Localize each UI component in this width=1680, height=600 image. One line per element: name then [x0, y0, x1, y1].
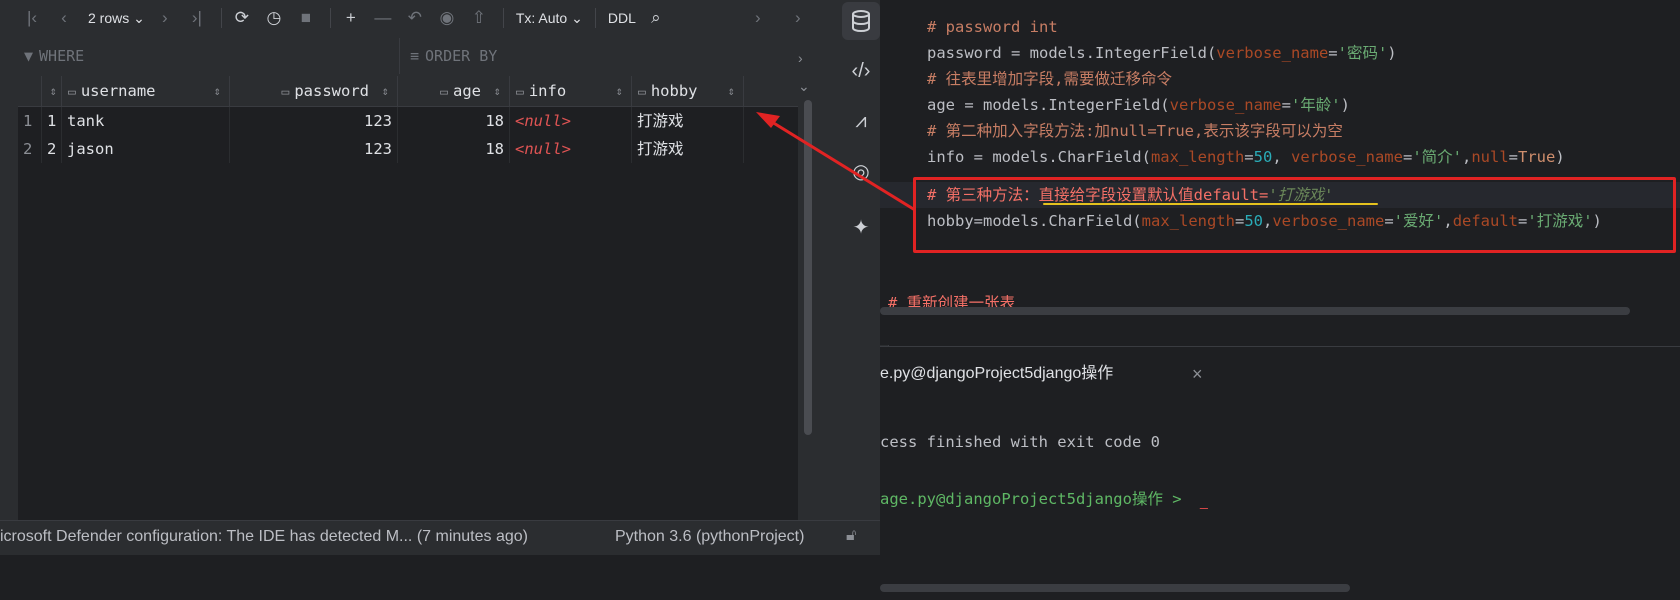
select-all-cell[interactable]: [18, 76, 42, 106]
run-tab-title[interactable]: e.py@djangoProject5django操作: [880, 361, 1113, 387]
code-line: # password int: [927, 18, 1058, 36]
column-icon: ▭: [516, 85, 524, 100]
annotation-red-box: [913, 177, 1676, 253]
interpreter-indicator[interactable]: Python 3.6 (pythonProject): [615, 528, 804, 546]
cell-age[interactable]: 18: [398, 135, 510, 163]
grid-side-arrows: › ⌄: [798, 44, 810, 100]
row-number: 2: [18, 135, 42, 163]
column-icon: ▭: [638, 85, 646, 100]
run-output: cess finished with exit code 0: [880, 433, 1160, 451]
table-row[interactable]: 1 1 tank 123 18 <null> 打游戏: [18, 107, 798, 135]
code-line: # 往表里增加字段,需要做迁移命令: [927, 70, 1172, 88]
search-icon[interactable]: ⌕: [642, 4, 670, 32]
services-icon[interactable]: ◎: [842, 152, 880, 190]
toolbar-divider: [329, 8, 331, 28]
cell-hobby[interactable]: 打游戏: [632, 135, 744, 163]
lock-icon[interactable]: 🔓︎: [846, 527, 856, 545]
grid-header: ⇕ ▭ username ⇕ ▭ password ⇕ ▭ age ⇕ ▭ info ⇕ ▭ ho…: [18, 76, 798, 107]
bottom-scrollbar[interactable]: [880, 584, 1350, 592]
first-page-icon[interactable]: |‹: [18, 4, 46, 32]
code-line: password = models.IntegerField(verbose_n…: [927, 44, 1397, 62]
ddl-button[interactable]: DDL: [602, 10, 642, 26]
chevron-down-icon[interactable]: ⌄: [798, 72, 810, 100]
chevron-right-icon[interactable]: ›: [744, 4, 772, 32]
code-line: info = models.CharField(max_length=50, v…: [927, 148, 1565, 166]
id-column-header[interactable]: ⇕: [42, 76, 62, 106]
cell-id[interactable]: 1: [42, 107, 62, 135]
filter-bar: ▼ WHERE ≡ ORDER BY: [18, 38, 798, 74]
toolbar-divider: [502, 8, 504, 28]
delete-row-icon[interactable]: —: [369, 4, 397, 32]
last-page-icon[interactable]: ›|: [183, 4, 211, 32]
code-editor[interactable]: # password int password = models.Integer…: [880, 0, 1680, 345]
table-row[interactable]: 2 2 jason 123 18 <null> 打游戏: [18, 135, 798, 163]
sort-icon: ⇕: [615, 84, 623, 98]
cell-password[interactable]: 123: [230, 107, 398, 135]
cell-username[interactable]: jason: [62, 135, 230, 163]
submit-icon[interactable]: ⇧: [465, 4, 493, 32]
next-page-icon[interactable]: ›: [151, 4, 179, 32]
history-icon[interactable]: ◷: [260, 4, 288, 32]
toolbar-divider: [594, 8, 596, 28]
column-icon: ▭: [68, 85, 76, 100]
prev-page-icon[interactable]: ‹: [50, 4, 78, 32]
console-caret[interactable]: _: [1200, 493, 1208, 509]
cell-hobby[interactable]: 打游戏: [632, 107, 744, 135]
cell-info[interactable]: <null>: [510, 107, 632, 135]
cell-password[interactable]: 123: [230, 135, 398, 163]
toolbar-divider: [220, 8, 222, 28]
where-filter[interactable]: ▼ WHERE: [18, 38, 400, 74]
chevron-down-icon: ⌄: [133, 9, 145, 26]
order-by-filter[interactable]: ≡ ORDER BY: [400, 38, 497, 74]
stop-icon[interactable]: ■: [292, 4, 320, 32]
preview-icon[interactable]: ◉: [433, 4, 461, 32]
database-grid-panel: |‹ ‹ 2 rows ⌄ › ›| ⟳ ◷ ■ + — ↶ ◉ ⇧ Tx: A…: [0, 0, 837, 595]
code-line: # 第二种加入字段方法:加null=True,表示该字段可以为空: [927, 122, 1343, 140]
database-icon[interactable]: [842, 2, 880, 40]
status-bar: icrosoft Defender configuration: The IDE…: [0, 520, 880, 556]
add-row-icon[interactable]: +: [337, 4, 365, 32]
row-number: 1: [18, 107, 42, 135]
rows-selector[interactable]: 2 rows ⌄: [82, 10, 151, 27]
tx-mode-selector[interactable]: Tx: Auto ⌄: [510, 10, 589, 27]
sort-icon: ⇕: [381, 84, 389, 98]
cell-info[interactable]: <null>: [510, 135, 632, 163]
editor-horizontal-scrollbar[interactable]: [880, 307, 1630, 315]
cell-id[interactable]: 2: [42, 135, 62, 163]
close-icon[interactable]: ×: [1192, 361, 1203, 387]
sort-icon: ⇕: [213, 84, 221, 98]
column-header-hobby[interactable]: ▭ hobby ⇕: [632, 76, 744, 106]
filter-icon: ▼: [24, 47, 34, 65]
annotation-yellow-underline: [1043, 203, 1378, 205]
column-icon: ▭: [440, 85, 448, 100]
column-icon: ▭: [281, 85, 290, 100]
profiler-icon[interactable]: ⩘: [842, 102, 880, 140]
grid-toolbar: |‹ ‹ 2 rows ⌄ › ›| ⟳ ◷ ■ + — ↶ ◉ ⇧ Tx: A…: [18, 0, 818, 36]
chevron-right-icon[interactable]: ›: [784, 4, 812, 32]
sort-icon: ≡: [410, 47, 420, 65]
ai-assistant-icon[interactable]: ✦: [842, 208, 880, 246]
column-header-username[interactable]: ▭ username ⇕: [62, 76, 230, 106]
sort-icon: ⇕: [49, 84, 57, 98]
status-message[interactable]: icrosoft Defender configuration: The IDE…: [0, 528, 528, 546]
chevron-down-icon: ⌄: [571, 9, 583, 26]
sort-icon: ⇕: [493, 84, 501, 98]
column-header-age[interactable]: ▭ age ⇕: [398, 76, 510, 106]
code-diff-icon[interactable]: ‹/›: [842, 52, 880, 90]
refresh-icon[interactable]: ⟳: [228, 4, 256, 32]
bottom-strip: [0, 555, 1680, 599]
data-grid: ⇕ ▭ username ⇕ ▭ password ⇕ ▭ age ⇕ ▭ info ⇕ ▭ ho…: [18, 76, 798, 595]
code-line: age = models.IntegerField(verbose_name='…: [927, 96, 1350, 114]
chevron-right-icon[interactable]: ›: [798, 44, 810, 72]
column-header-info[interactable]: ▭ info ⇕: [510, 76, 632, 106]
cell-age[interactable]: 18: [398, 107, 510, 135]
column-header-password[interactable]: ▭ password ⇕: [230, 76, 398, 106]
cell-username[interactable]: tank: [62, 107, 230, 135]
grid-vertical-scrollbar[interactable]: [804, 100, 812, 435]
console-prompt: age.py@djangoProject5django操作 >: [880, 490, 1182, 508]
sort-icon: ⇕: [727, 84, 735, 98]
revert-icon[interactable]: ↶: [401, 4, 429, 32]
